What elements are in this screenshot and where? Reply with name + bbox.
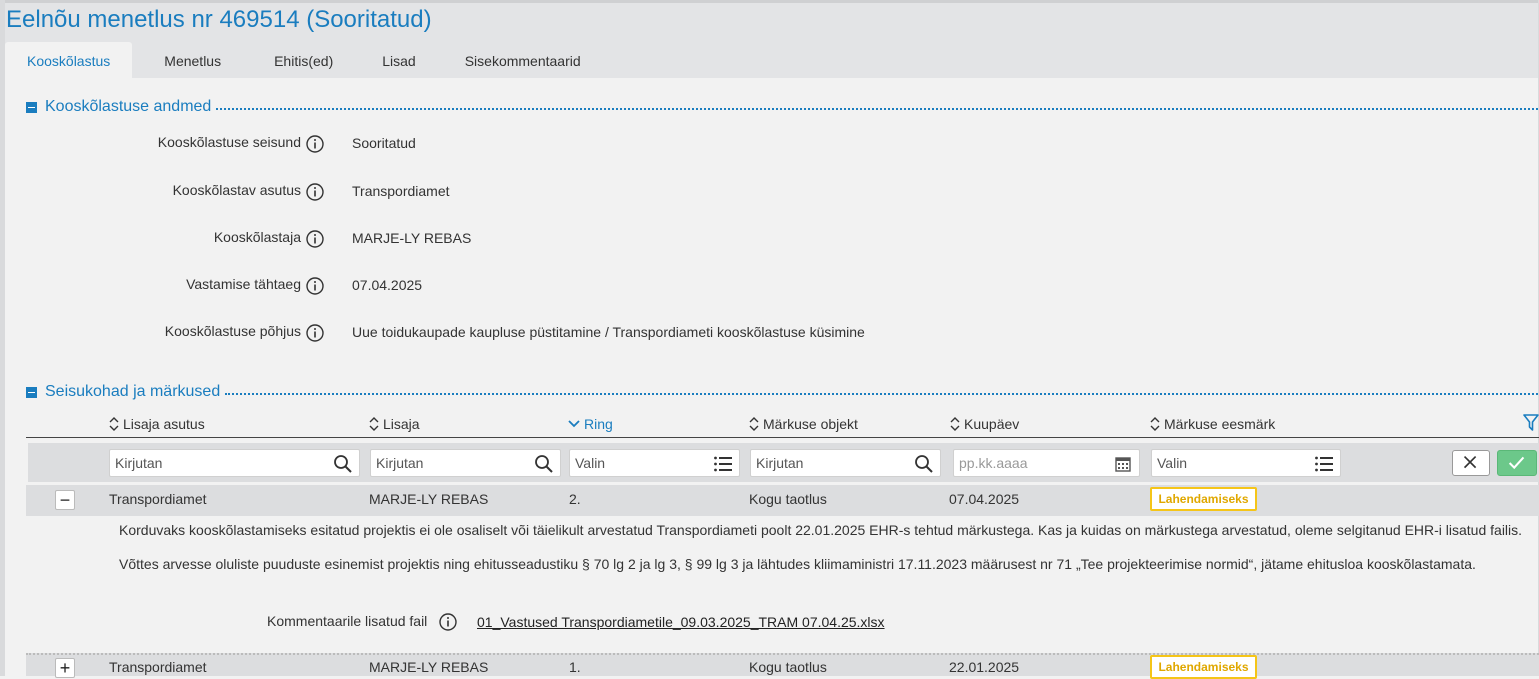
tab-menetlus[interactable]: Menetlus (139, 42, 246, 81)
info-icon[interactable] (439, 613, 457, 631)
row-round: 1. (569, 659, 581, 675)
search-icon[interactable] (333, 454, 353, 474)
column-header-date[interactable]: Kuupäev (950, 414, 1019, 434)
row-agency: Transpordiamet (109, 491, 207, 507)
info-icon[interactable] (306, 230, 324, 248)
row-object: Kogu taotlus (749, 491, 827, 507)
top-bar: Eelnõu menetlus nr 469514 (Sooritatud) K… (0, 0, 1539, 81)
clear-filters-button[interactable] (1452, 450, 1490, 476)
tab-sisekommentaarid[interactable]: Sisekommentaarid (444, 42, 602, 81)
field-agency: Kooskõlastav asutus Transpordiamet (0, 182, 1100, 202)
field-value: Sooritatud (352, 135, 416, 151)
field-label: Kooskõlastuse seisund (157, 134, 301, 150)
field-value: 07.04.2025 (352, 277, 423, 293)
search-icon[interactable] (914, 454, 934, 474)
list-icon[interactable] (1314, 454, 1334, 474)
section-divider (216, 108, 1538, 110)
field-reason: Kooskõlastuse põhjus Uue toidukaupade ka… (0, 323, 1100, 343)
filter-purpose[interactable] (1151, 449, 1341, 477)
tab-bar: Kooskõlastus Menetlus Ehitis(ed) Lisad S… (5, 42, 609, 81)
field-label: Vastamise tähtaeg (186, 276, 301, 292)
sort-icon (109, 417, 119, 431)
minus-icon: − (59, 490, 71, 510)
list-icon[interactable] (713, 454, 733, 474)
field-value: Transpordiamet (352, 183, 450, 199)
filter-date[interactable] (953, 449, 1140, 477)
collapse-icon[interactable] (26, 386, 37, 398)
field-approver: Kooskõlastaja MARJE-LY REBAS (0, 229, 1100, 249)
header-divider (26, 437, 1539, 438)
close-icon (1463, 455, 1477, 469)
remarks-section-header[interactable]: Seisukohad ja märkused (26, 382, 1538, 402)
info-icon[interactable] (306, 183, 324, 201)
search-icon[interactable] (534, 454, 554, 474)
attachment-label: Kommentaarile lisatud fail (267, 613, 428, 629)
info-icon[interactable] (306, 324, 324, 342)
section-divider (225, 393, 1538, 395)
purpose-badge: Lahendamiseks (1150, 655, 1257, 679)
plus-icon: + (59, 658, 71, 678)
sort-icon (1150, 417, 1160, 431)
column-header-label: Lisaja (383, 416, 420, 432)
column-header-agency[interactable]: Lisaja asutus (109, 414, 205, 434)
column-header-label: Ring (584, 416, 613, 432)
field-label: Kooskõlastuse põhjus (164, 323, 301, 339)
row-author: MARJE-LY REBAS (369, 491, 489, 507)
purpose-badge: Lahendamiseks (1150, 487, 1257, 511)
field-label: Kooskõlastav asutus (172, 182, 301, 198)
filter-date-input[interactable] (954, 450, 1105, 476)
filter-round[interactable] (569, 449, 740, 477)
apply-filters-button[interactable] (1497, 450, 1537, 476)
info-icon[interactable] (306, 277, 324, 295)
row-date: 07.04.2025 (949, 491, 1020, 507)
row-agency: Transpordiamet (109, 659, 207, 675)
expand-row-button[interactable]: + (55, 658, 75, 678)
row-object: Kogu taotlus (749, 659, 827, 675)
column-header-label: Kuupäev (964, 416, 1020, 432)
column-header-label: Märkuse objekt (763, 416, 858, 432)
filter-round-select[interactable] (570, 450, 705, 476)
column-header-round[interactable]: Ring (568, 414, 613, 434)
column-header-label: Lisaja asutus (123, 416, 205, 432)
approval-section-title: Kooskõlastuse andmed (45, 98, 212, 115)
collapse-row-button[interactable]: − (55, 490, 75, 510)
sort-icon (369, 417, 379, 431)
filter-object[interactable] (750, 449, 941, 477)
field-value: MARJE-LY REBAS (352, 230, 472, 246)
remark-paragraph: Võttes arvesse oluliste puuduste esinemi… (119, 556, 1476, 572)
filter-author-input[interactable] (371, 450, 526, 476)
filter-purpose-select[interactable] (1152, 450, 1306, 476)
row-round: 2. (569, 491, 581, 507)
tab-kooskolastus[interactable]: Kooskõlastus (5, 42, 133, 81)
remark-paragraph: Korduvaks kooskõlastamiseks esitatud pro… (119, 522, 1523, 538)
row-date: 22.01.2025 (949, 659, 1020, 675)
filter-agency-input[interactable] (110, 450, 325, 476)
page-title: Eelnõu menetlus nr 469514 (Sooritatud) (6, 6, 432, 33)
filter-agency[interactable] (109, 449, 360, 477)
calendar-icon[interactable] (1113, 454, 1133, 474)
filter-author[interactable] (370, 449, 561, 477)
column-header-label: Märkuse eesmärk (1164, 416, 1276, 432)
row-author: MARJE-LY REBAS (369, 659, 489, 675)
filter-funnel-icon[interactable] (1523, 414, 1539, 432)
check-icon (1508, 456, 1525, 470)
info-icon[interactable] (306, 135, 324, 153)
attachment-file-link[interactable]: 01_Vastused Transpordiametile_09.03.2025… (477, 614, 885, 630)
field-label: Kooskõlastaja (213, 229, 301, 245)
column-header-purpose[interactable]: Märkuse eesmärk (1150, 414, 1275, 434)
field-status: Kooskõlastuse seisund Sooritatud (0, 134, 1100, 154)
approval-section-header[interactable]: Kooskõlastuse andmed (26, 97, 1538, 117)
sort-icon (950, 417, 960, 431)
sort-icon (749, 417, 759, 431)
remarks-section-title: Seisukohad ja märkused (45, 383, 221, 400)
tab-ehitised[interactable]: Ehitis(ed) (253, 42, 354, 81)
filter-object-input[interactable] (751, 450, 906, 476)
field-deadline: Vastamise tähtaeg 07.04.2025 (0, 276, 1100, 296)
column-header-author[interactable]: Lisaja (369, 414, 420, 434)
field-value: Uue toidukaupade kaupluse püstitamine / … (352, 324, 865, 340)
tab-lisad[interactable]: Lisad (361, 42, 436, 81)
column-header-object[interactable]: Märkuse objekt (749, 414, 858, 434)
sort-desc-icon (568, 420, 580, 428)
collapse-icon[interactable] (26, 101, 37, 113)
